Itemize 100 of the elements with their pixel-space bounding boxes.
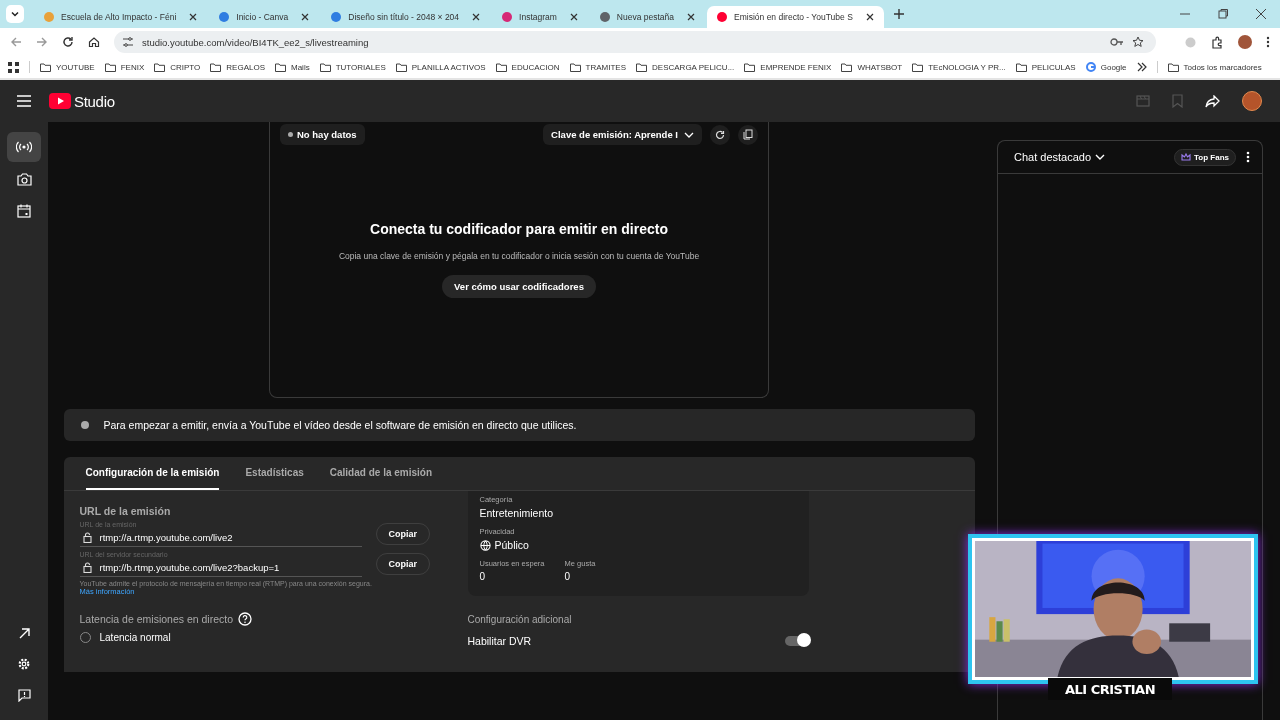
broadcast-icon bbox=[16, 141, 32, 153]
bookmark[interactable]: PLANILLA ACTIVOS bbox=[395, 62, 486, 72]
refresh-icon bbox=[715, 129, 725, 140]
folder-icon bbox=[104, 62, 116, 72]
folder-icon bbox=[319, 62, 331, 72]
favicon-icon bbox=[599, 12, 610, 22]
stream-key-dropdown[interactable]: Clave de emisión: Aprende I bbox=[543, 124, 702, 145]
folder-icon bbox=[395, 62, 407, 72]
folder-icon bbox=[210, 62, 222, 72]
home-icon[interactable] bbox=[88, 36, 100, 48]
encoder-help-button[interactable]: Ver cómo usar codificadores bbox=[442, 275, 596, 298]
favicon-icon bbox=[717, 12, 728, 22]
stat-value: 0 bbox=[564, 571, 572, 582]
bookmark[interactable]: EDUCACION bbox=[495, 62, 560, 72]
favicon-icon bbox=[331, 12, 342, 22]
help-icon[interactable] bbox=[238, 612, 252, 626]
browser-tab[interactable]: Diseño sin título - 2048 × 204 bbox=[321, 6, 491, 28]
settings-tab[interactable]: Calidad de la emisión bbox=[329, 457, 433, 490]
section-title: Latencia de emisiones en directo bbox=[79, 613, 233, 625]
play-logo-icon bbox=[49, 93, 71, 109]
close-icon[interactable] bbox=[301, 13, 310, 21]
folder-icon bbox=[275, 62, 286, 72]
close-icon[interactable] bbox=[569, 13, 578, 21]
bookmark[interactable]: WHATSBOT bbox=[841, 62, 903, 72]
dvr-toggle[interactable] bbox=[784, 636, 809, 646]
bookmark[interactable]: PELICULAS bbox=[1015, 62, 1076, 72]
studio-logo-text: Studio bbox=[74, 92, 115, 110]
bookmark[interactable]: FENIX bbox=[104, 62, 145, 72]
info-text: Para empezar a emitir, envía a YouTube el vídeo desde el software de emisión en directo que utilices. bbox=[103, 419, 577, 431]
caret-icon bbox=[10, 9, 20, 19]
share-icon[interactable] bbox=[1205, 94, 1220, 108]
favicon-icon bbox=[502, 12, 513, 22]
new-tab-icon[interactable] bbox=[893, 9, 904, 19]
profile-avatar[interactable] bbox=[1238, 35, 1252, 49]
status-chip: No hay datos bbox=[280, 124, 365, 145]
google-icon bbox=[1085, 62, 1096, 72]
more-icon[interactable] bbox=[1246, 151, 1250, 163]
bookmark[interactable]: Todos los marcadores bbox=[1167, 62, 1262, 72]
reload-icon[interactable] bbox=[62, 36, 74, 48]
bookmark[interactable]: Google bbox=[1085, 62, 1127, 72]
settings-icon[interactable] bbox=[17, 657, 31, 671]
bookmark[interactable]: YOUTUBE bbox=[40, 62, 95, 72]
puzzle-icon[interactable] bbox=[1211, 35, 1224, 49]
folder-icon bbox=[1015, 62, 1027, 72]
settings-tab[interactable]: Configuración de la emisión bbox=[85, 457, 220, 490]
apps-icon[interactable] bbox=[8, 61, 19, 73]
lock-icon bbox=[82, 532, 92, 543]
folder-icon bbox=[841, 62, 853, 72]
close-icon[interactable] bbox=[865, 13, 874, 21]
feedback-icon[interactable] bbox=[17, 689, 31, 702]
settings-tab[interactable]: Estadísticas bbox=[245, 457, 304, 490]
section-title: Configuración adicional bbox=[467, 614, 573, 625]
chat-mode-dropdown[interactable]: Chat destacado bbox=[1014, 151, 1106, 163]
latency-option[interactable]: Latencia normal bbox=[79, 632, 438, 643]
privacy-value: Público bbox=[494, 539, 529, 551]
section-title: URL de la emisión bbox=[79, 505, 172, 517]
nav-item[interactable] bbox=[7, 132, 41, 162]
close-icon[interactable] bbox=[472, 13, 481, 21]
name-plate: ALI CRISTIAN bbox=[1048, 678, 1172, 700]
key-icon[interactable] bbox=[1110, 37, 1124, 47]
menu-icon[interactable] bbox=[17, 95, 31, 107]
preview-subtitle: Copia una clave de emisión y pégala en tu codificador o inicia sesión con tu cuenta de YouTube bbox=[338, 251, 700, 261]
top-fans-button[interactable]: Top Fans bbox=[1174, 148, 1236, 166]
more-bookmarks-icon[interactable] bbox=[1136, 62, 1147, 72]
lock-icon bbox=[82, 562, 92, 573]
browser-tab[interactable]: Instagram bbox=[492, 6, 588, 28]
calendar-icon bbox=[17, 204, 31, 218]
camera-icon bbox=[16, 172, 32, 186]
tab-search-button[interactable] bbox=[6, 5, 24, 23]
category-value: Entretenimiento bbox=[479, 507, 554, 519]
star-icon[interactable] bbox=[1132, 36, 1144, 48]
caret-icon bbox=[1095, 154, 1106, 160]
bookmark[interactable]: TRAMITES bbox=[569, 62, 627, 72]
restore-icon[interactable] bbox=[1218, 9, 1228, 19]
address-bar[interactable]: studio.youtube.com/video/BI4TK_ee2_s/livestreaming bbox=[114, 31, 1156, 53]
bookmark[interactable]: REGALOS bbox=[210, 62, 265, 72]
copy-button[interactable] bbox=[738, 124, 758, 145]
bookmark[interactable]: TUTORIALES bbox=[319, 62, 386, 72]
stat-value: 0 bbox=[479, 571, 487, 582]
browser-tab[interactable]: Nueva pestaña bbox=[589, 6, 706, 28]
globe-icon bbox=[479, 539, 491, 551]
close-icon[interactable] bbox=[1256, 9, 1266, 19]
close-icon[interactable] bbox=[189, 13, 198, 21]
bookmark[interactable]: DESCARGA PELICU... bbox=[636, 62, 735, 72]
close-icon[interactable] bbox=[687, 13, 696, 21]
bookmark[interactable]: Mails bbox=[275, 62, 310, 72]
site-info-icon[interactable] bbox=[122, 36, 134, 48]
browser-tab[interactable]: Inicio - Canva bbox=[209, 6, 320, 28]
browser-tab[interactable]: Escuela de Alto Impacto - Féni bbox=[34, 6, 208, 28]
crown-icon bbox=[1181, 153, 1192, 161]
bookmark[interactable]: TEcNOLOGIA Y PR... bbox=[912, 62, 1006, 72]
bookmark[interactable]: CRIPTO bbox=[154, 62, 201, 72]
refresh-button[interactable] bbox=[710, 124, 730, 145]
channel-avatar[interactable] bbox=[1242, 91, 1262, 111]
back-icon[interactable] bbox=[10, 36, 22, 48]
arrow-up-right-icon[interactable] bbox=[18, 628, 30, 639]
bookmark[interactable]: EMPRENDE FENIX bbox=[744, 62, 832, 72]
forward-icon[interactable] bbox=[36, 36, 48, 48]
menu-icon[interactable] bbox=[1266, 36, 1270, 48]
browser-tab[interactable]: Emisión en directo - YouTube S bbox=[707, 6, 884, 28]
